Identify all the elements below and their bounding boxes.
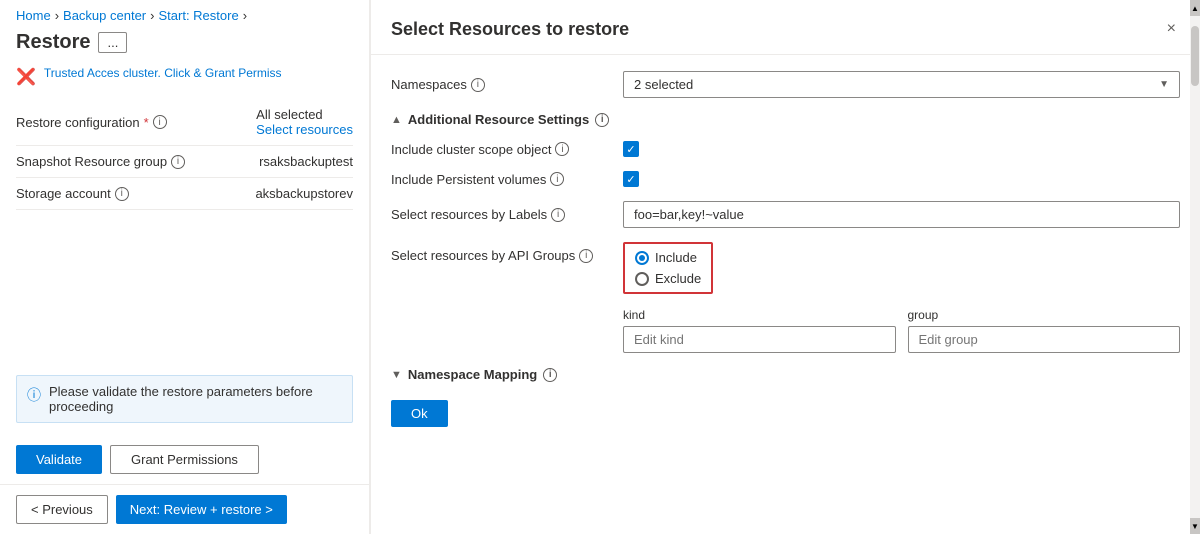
kind-col: kind xyxy=(623,308,896,353)
scroll-thumb[interactable] xyxy=(1191,26,1199,86)
select-by-api-label: Select resources by API Groups xyxy=(391,248,575,263)
select-by-labels-row: Select resources by Labels i xyxy=(391,201,1180,228)
snapshot-rg-value: rsaksbackuptest xyxy=(259,154,353,169)
include-cluster-scope-control: ✓ xyxy=(623,141,1180,157)
modal-body[interactable]: Namespaces i 2 selected ▼ ▲ Additional R… xyxy=(371,55,1200,534)
select-by-labels-label: Select resources by Labels xyxy=(391,207,547,222)
include-persistent-info-icon[interactable]: i xyxy=(550,172,564,186)
info-banner-icon: ⓘ xyxy=(27,385,41,405)
snapshot-rg-info-icon[interactable]: i xyxy=(171,155,185,169)
footer-nav: < Previous Next: Review + restore > xyxy=(0,484,369,534)
info-banner: ⓘ Please validate the restore parameters… xyxy=(16,375,353,423)
checkmark2-icon: ✓ xyxy=(626,173,635,186)
select-by-api-control: Include Exclude xyxy=(623,242,1180,294)
form-section: Restore configuration * i All selected S… xyxy=(0,99,369,363)
breadcrumb-start-restore[interactable]: Start: Restore xyxy=(158,8,238,23)
exclude-radio-button[interactable] xyxy=(635,272,649,286)
scrollbar[interactable]: ▲ ▼ xyxy=(1190,0,1200,534)
breadcrumb-home[interactable]: Home xyxy=(16,8,51,23)
api-groups-radio-group: Include Exclude xyxy=(623,242,713,294)
restore-config-label: Restore configuration xyxy=(16,115,140,130)
validate-button[interactable]: Validate xyxy=(16,445,102,474)
storage-account-value: aksbackupstorev xyxy=(255,186,353,201)
group-input[interactable] xyxy=(908,326,1181,353)
select-by-api-row: Select resources by API Groups i Include xyxy=(391,242,1180,294)
snapshot-rg-label: Snapshot Resource group xyxy=(16,154,167,169)
error-banner: ❌ Trusted Acces cluster. Click & Grant P… xyxy=(16,66,353,87)
snapshot-rg-row: Snapshot Resource group i rsaksbackuptes… xyxy=(16,146,353,178)
more-button[interactable]: ... xyxy=(98,32,127,53)
select-by-labels-input[interactable] xyxy=(623,201,1180,228)
error-icon: ❌ xyxy=(16,67,36,87)
include-radio-dot xyxy=(639,255,645,261)
scroll-up-icon[interactable]: ▲ xyxy=(1190,0,1200,16)
dropdown-arrow-icon: ▼ xyxy=(1159,79,1169,90)
previous-button[interactable]: < Previous xyxy=(16,495,108,524)
restore-config-row: Restore configuration * i All selected S… xyxy=(16,99,353,146)
ns-mapping-info-icon[interactable]: i xyxy=(543,368,557,382)
modal-header: Select Resources to restore × xyxy=(371,0,1200,55)
modal-panel: Select Resources to restore × Namespaces… xyxy=(370,0,1200,534)
additional-settings-header[interactable]: ▲ Additional Resource Settings i xyxy=(391,112,1180,127)
include-persistent-checkbox[interactable]: ✓ xyxy=(623,171,639,187)
select-by-labels-control[interactable] xyxy=(623,201,1180,228)
restore-config-value: All selected Select resources xyxy=(256,107,353,137)
namespaces-row: Namespaces i 2 selected ▼ xyxy=(391,71,1180,98)
breadcrumb-sep1: › xyxy=(55,8,59,23)
kind-label: kind xyxy=(623,308,896,322)
include-persistent-label: Include Persistent volumes xyxy=(391,172,546,187)
group-col: group xyxy=(908,308,1181,353)
additional-settings-info-icon[interactable]: i xyxy=(595,113,609,127)
ns-mapping-label: Namespace Mapping xyxy=(408,367,537,382)
info-banner-text: Please validate the restore parameters b… xyxy=(49,384,342,414)
collapse-icon: ▲ xyxy=(391,114,402,126)
required-star: * xyxy=(144,115,149,130)
select-by-api-info-icon[interactable]: i xyxy=(579,249,593,263)
namespaces-dropdown[interactable]: 2 selected ▼ xyxy=(623,71,1180,98)
restore-config-info-icon[interactable]: i xyxy=(153,115,167,129)
include-radio-button[interactable] xyxy=(635,251,649,265)
exclude-radio-option[interactable]: Exclude xyxy=(635,271,701,286)
ok-button[interactable]: Ok xyxy=(391,400,448,427)
include-cluster-scope-label: Include cluster scope object xyxy=(391,142,551,157)
include-persistent-control: ✓ xyxy=(623,171,1180,187)
kind-group-row: kind group xyxy=(623,308,1180,353)
select-resources-link[interactable]: Select resources xyxy=(256,122,353,137)
select-by-labels-info-icon[interactable]: i xyxy=(551,208,565,222)
error-text[interactable]: Trusted Acces cluster. Click & Grant Per… xyxy=(44,66,282,80)
checkmark-icon: ✓ xyxy=(626,143,635,156)
kind-input[interactable] xyxy=(623,326,896,353)
modal-title: Select Resources to restore xyxy=(391,19,629,40)
breadcrumb-sep3: › xyxy=(243,8,247,23)
include-radio-label: Include xyxy=(655,250,697,265)
next-button[interactable]: Next: Review + restore > xyxy=(116,495,287,524)
breadcrumb: Home › Backup center › Start: Restore › xyxy=(0,0,369,27)
storage-account-label: Storage account xyxy=(16,186,111,201)
group-label: group xyxy=(908,308,1181,322)
ns-mapping-chevron-icon: ▼ xyxy=(391,369,402,381)
include-cluster-scope-checkbox[interactable]: ✓ xyxy=(623,141,639,157)
namespaces-control: 2 selected ▼ xyxy=(623,71,1180,98)
namespaces-label: Namespaces xyxy=(391,77,467,92)
include-persistent-row: Include Persistent volumes i ✓ xyxy=(391,171,1180,187)
action-buttons: Validate Grant Permissions xyxy=(0,435,369,484)
namespaces-value: 2 selected xyxy=(634,77,693,92)
exclude-radio-label: Exclude xyxy=(655,271,701,286)
include-cluster-scope-info-icon[interactable]: i xyxy=(555,142,569,156)
scroll-track xyxy=(1190,16,1200,518)
breadcrumb-sep2: › xyxy=(150,8,154,23)
breadcrumb-backup-center[interactable]: Backup center xyxy=(63,8,146,23)
page-title: Restore xyxy=(16,31,90,54)
namespaces-info-icon[interactable]: i xyxy=(471,78,485,92)
storage-account-row: Storage account i aksbackupstorev xyxy=(16,178,353,210)
additional-settings-label: Additional Resource Settings xyxy=(408,112,589,127)
ns-mapping-header[interactable]: ▼ Namespace Mapping i xyxy=(391,367,1180,382)
include-cluster-scope-row: Include cluster scope object i ✓ xyxy=(391,141,1180,157)
grant-permissions-button[interactable]: Grant Permissions xyxy=(110,445,259,474)
include-radio-option[interactable]: Include xyxy=(635,250,701,265)
close-button[interactable]: × xyxy=(1163,16,1180,42)
storage-account-info-icon[interactable]: i xyxy=(115,187,129,201)
scroll-down-icon[interactable]: ▼ xyxy=(1190,518,1200,534)
